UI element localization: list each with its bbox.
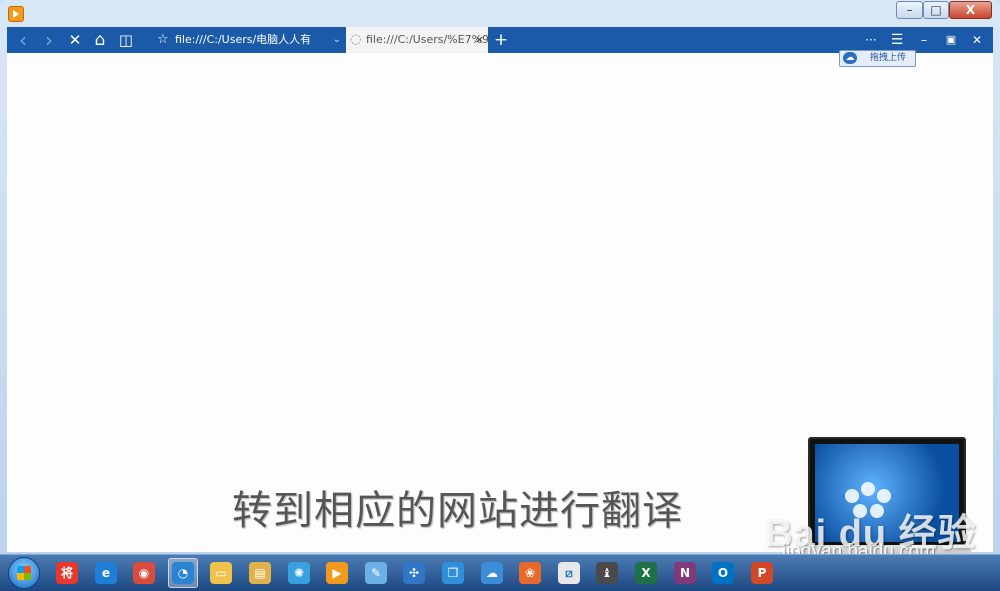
player-app-icon[interactable] <box>8 6 24 22</box>
fox-icon: ❀ <box>519 562 541 584</box>
stop-icon: ✕ <box>68 31 82 49</box>
home-icon: ⌂ <box>94 30 106 50</box>
taskbar-item[interactable]: ❀ <box>515 558 545 588</box>
new-tab-button[interactable]: + <box>489 27 513 53</box>
home-button[interactable]: ⌂ <box>88 27 112 53</box>
browser-icon: ◔ <box>172 562 194 584</box>
paint-icon: ✎ <box>365 562 387 584</box>
taskbar-item[interactable]: ◔ <box>168 558 198 588</box>
stop-button[interactable]: ✕ <box>63 27 87 53</box>
explorer-icon: ▤ <box>249 562 271 584</box>
start-button[interactable] <box>8 557 40 589</box>
pinwheel-icon: ✺ <box>288 562 310 584</box>
forward-icon: › <box>45 28 53 52</box>
ie-icon: e <box>95 562 117 584</box>
maximize-icon: □ <box>930 3 942 17</box>
taskbar-item[interactable]: N <box>670 558 700 588</box>
video-subtitle: 转到相应的网站进行翻译 <box>232 488 683 534</box>
onenote-icon: N <box>674 562 696 584</box>
browser-minimize-button[interactable]: – <box>912 27 936 53</box>
drag-upload-button[interactable]: ☁ 拖拽上传 <box>839 50 916 67</box>
close-button[interactable]: X <box>949 1 992 19</box>
tab-1[interactable]: ☆ file:///C:/Users/电脑人人有 ⌄ <box>153 27 349 53</box>
cloud-upload-icon: ☁ <box>843 52 857 64</box>
menu-icon: ☰ <box>890 32 904 48</box>
plus-icon: + <box>493 30 509 50</box>
tab-2-label: file:///C:/Users/%E7%94% <box>366 33 488 46</box>
reading-view-button[interactable]: ◫ <box>114 27 138 53</box>
restore-icon: ▣ <box>945 33 957 46</box>
taskbar-item[interactable]: ♝ <box>592 558 622 588</box>
maximize-button[interactable]: □ <box>923 1 949 19</box>
taskbar-item[interactable]: ✎ <box>361 558 391 588</box>
browser-close-button[interactable]: ✕ <box>965 27 989 53</box>
taskbar-item[interactable]: ⧄ <box>554 558 584 588</box>
excel-icon: X <box>635 562 657 584</box>
title-bar[interactable]: – □ X <box>0 0 1000 27</box>
minimize-icon: – <box>906 3 913 17</box>
favorite-star-icon: ☆ <box>157 32 169 47</box>
taskbar-item[interactable]: ❒ <box>438 558 468 588</box>
taskbar-item[interactable]: 将 <box>52 558 82 588</box>
notes-icon: ⧄ <box>558 562 580 584</box>
minimize-button[interactable]: – <box>896 1 923 19</box>
powerpoint-icon: P <box>751 562 773 584</box>
taskbar: 将 e ◉ ◔ ▭ ▤ ✺ ▶ ✎ ✣ ❒ ☁ ❀ ⧄ ♝ X N O P <box>0 554 1000 591</box>
box-icon: ❒ <box>442 562 464 584</box>
tab-list-chevron-icon[interactable]: ⌄ <box>333 27 341 53</box>
close-icon: ✕ <box>971 33 983 47</box>
tab-close-icon[interactable]: × <box>475 27 484 53</box>
upload-label: 拖拽上传 <box>870 53 907 63</box>
tab-2-active[interactable]: ◌ file:///C:/Users/%E7%94% × <box>346 27 488 53</box>
cloud-icon: ☁ <box>481 562 503 584</box>
folder-icon: ▭ <box>210 562 232 584</box>
back-button[interactable]: ‹ <box>11 27 35 53</box>
more-icon: ··· <box>865 33 877 47</box>
forward-button[interactable]: › <box>37 27 61 53</box>
chrome-icon: ◉ <box>133 562 155 584</box>
close-icon: X <box>965 3 976 17</box>
taskbar-item[interactable]: ▭ <box>206 558 236 588</box>
back-icon: ‹ <box>19 28 27 52</box>
taskbar-item[interactable]: O <box>708 558 738 588</box>
taskbar-item[interactable]: ◉ <box>129 558 159 588</box>
taskbar-item[interactable]: P <box>747 558 777 588</box>
taskbar-item[interactable]: ✺ <box>284 558 314 588</box>
taskbar-item[interactable]: ☁ <box>477 558 507 588</box>
outlook-icon: O <box>712 562 734 584</box>
minimize-icon: – <box>921 33 927 47</box>
chess-icon: ♝ <box>596 562 618 584</box>
network-icon: ✣ <box>403 562 425 584</box>
player-icon: ▶ <box>326 562 348 584</box>
jiang-icon: 将 <box>56 562 78 584</box>
browser-restore-button[interactable]: ▣ <box>939 27 963 53</box>
taskbar-item[interactable]: ▤ <box>245 558 275 588</box>
reading-view-icon: ◫ <box>118 31 134 49</box>
taskbar-item[interactable]: ▶ <box>322 558 352 588</box>
loading-icon: ◌ <box>350 32 362 47</box>
tab-1-label: file:///C:/Users/电脑人人有 <box>175 33 312 46</box>
taskbar-item[interactable]: ✣ <box>399 558 429 588</box>
taskbar-item[interactable]: X <box>631 558 661 588</box>
taskbar-item[interactable]: e <box>91 558 121 588</box>
